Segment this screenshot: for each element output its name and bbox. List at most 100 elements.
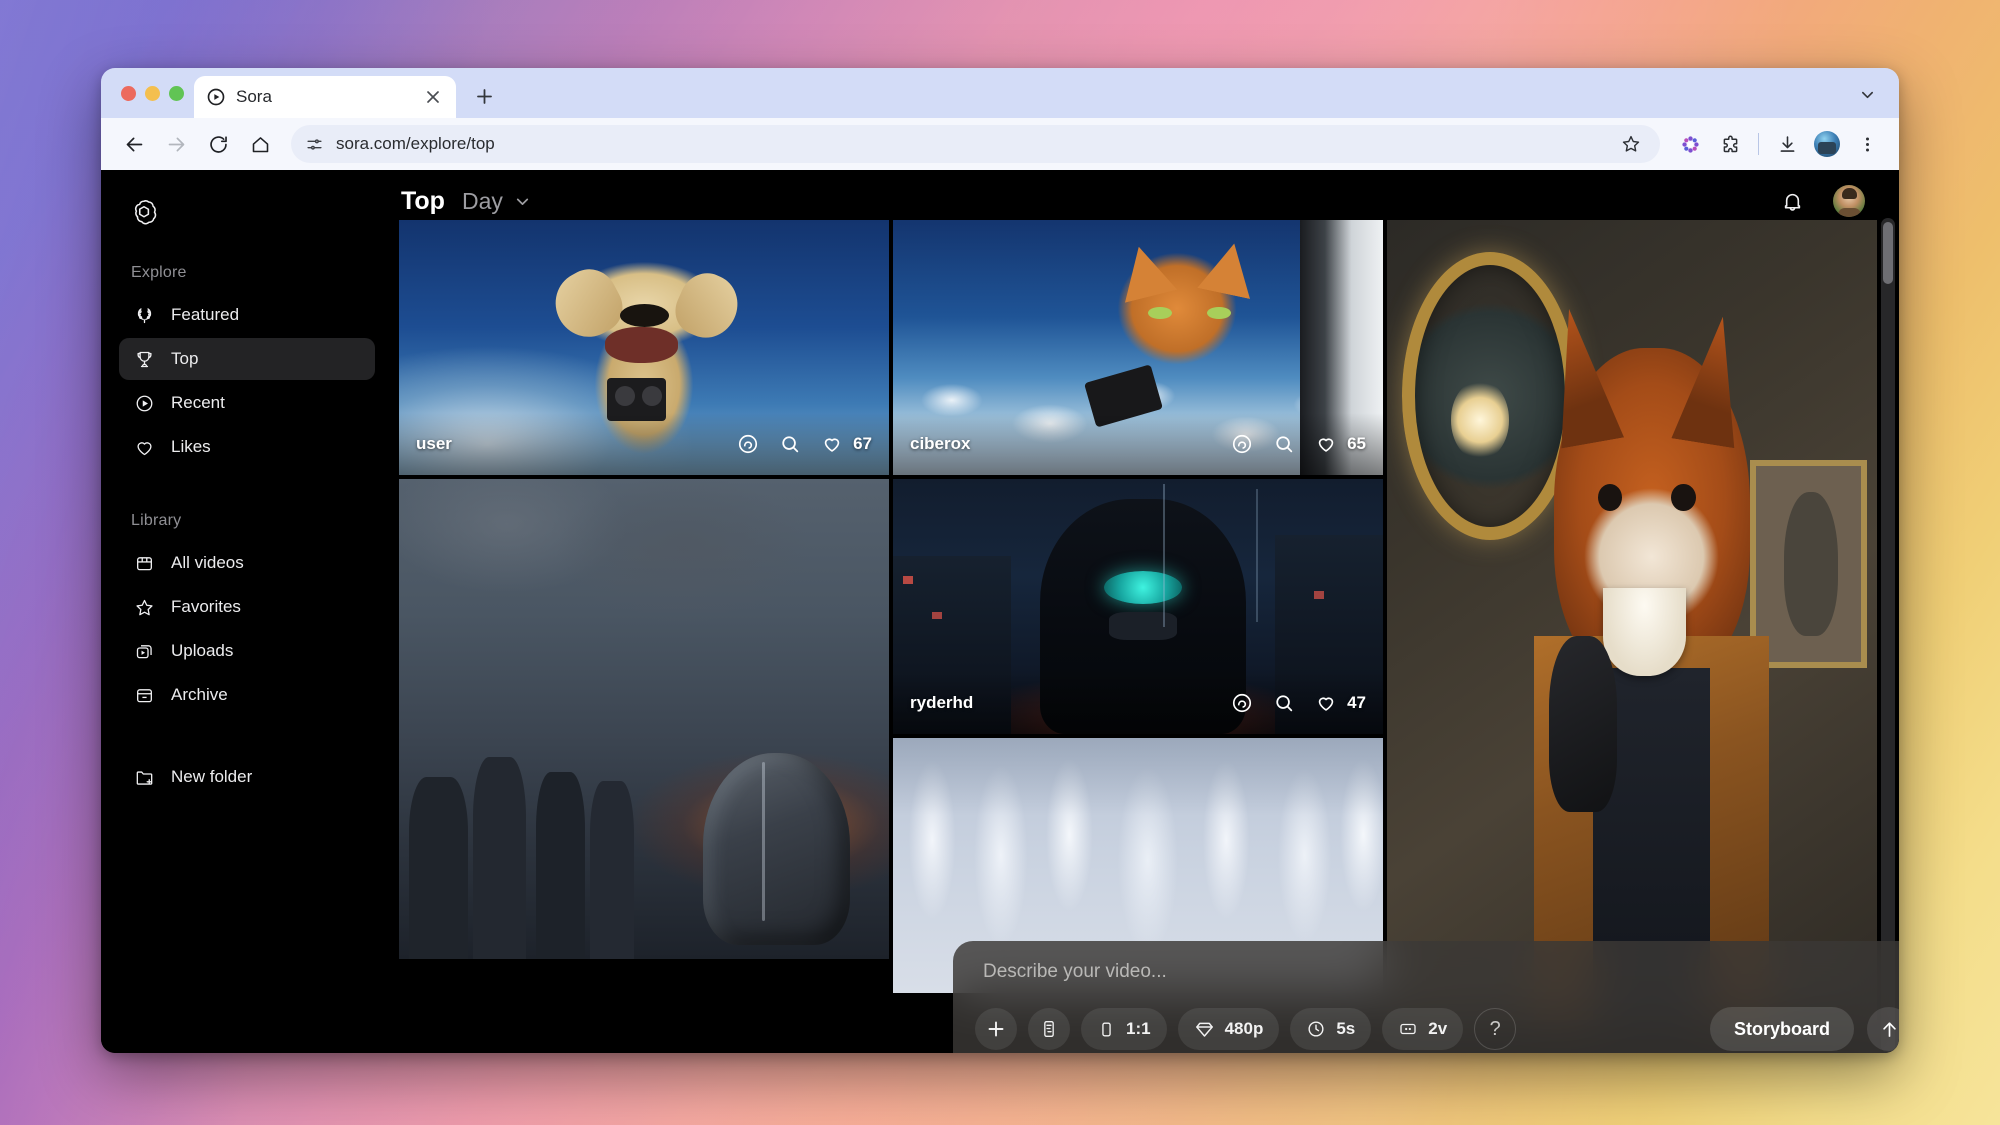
- back-arrow-icon[interactable]: [115, 125, 153, 163]
- video-card[interactable]: user 67: [399, 220, 889, 475]
- like-control[interactable]: 67: [819, 432, 872, 457]
- tab-strip: Sora: [101, 68, 1899, 118]
- openai-logo[interactable]: [101, 192, 393, 258]
- heart-icon[interactable]: [819, 432, 844, 457]
- sidebar-item-label: Featured: [171, 305, 240, 324]
- url-text: sora.com/explore/top: [336, 134, 495, 153]
- sidebar-item-uploads[interactable]: Uploads: [119, 630, 375, 672]
- plus-icon: [986, 1019, 1006, 1039]
- diamond-icon: [1194, 1019, 1215, 1040]
- sidebar-item-top[interactable]: Top: [119, 338, 375, 380]
- card-username[interactable]: ryderhd: [910, 693, 973, 713]
- aspect-ratio-chip[interactable]: 1:1: [1081, 1008, 1167, 1050]
- video-card[interactable]: [1387, 220, 1877, 1020]
- card-overlay: ciberox 65: [893, 413, 1383, 475]
- scrollbar[interactable]: [1881, 218, 1895, 1053]
- storyboard-icon: [1039, 1019, 1059, 1039]
- sidebar-item-label: Favorites: [171, 597, 241, 616]
- bell-icon[interactable]: [1777, 186, 1807, 216]
- sidebar-item-all-videos[interactable]: All videos: [119, 542, 375, 584]
- sidebar-item-new-folder[interactable]: New folder: [119, 756, 375, 798]
- like-count: 67: [853, 434, 872, 453]
- extension-flower-icon[interactable]: [1672, 126, 1708, 162]
- send-button[interactable]: [1867, 1007, 1899, 1051]
- browser-tab[interactable]: Sora: [194, 76, 456, 118]
- home-icon[interactable]: [241, 125, 279, 163]
- video-thumbnail-medieval-battle: [399, 479, 889, 959]
- like-control[interactable]: 65: [1313, 432, 1366, 457]
- browser-toolbar: sora.com/explore/top: [101, 118, 1899, 170]
- download-icon[interactable]: [1769, 126, 1805, 162]
- address-bar[interactable]: sora.com/explore/top: [291, 125, 1660, 163]
- sidebar-item-favorites[interactable]: Favorites: [119, 586, 375, 628]
- storyboard-toggle-button[interactable]: [1028, 1008, 1070, 1050]
- avatar[interactable]: [1833, 185, 1865, 217]
- remix-icon[interactable]: [735, 432, 760, 457]
- sidebar: Explore Featured Top Recent Likes Librar…: [101, 170, 393, 1053]
- remix-icon[interactable]: [1229, 691, 1254, 716]
- resolution-chip[interactable]: 480p: [1177, 1008, 1280, 1050]
- sidebar-item-label: Likes: [171, 437, 211, 456]
- star-icon[interactable]: [1616, 129, 1646, 159]
- heart-icon[interactable]: [1313, 432, 1338, 457]
- kebab-menu-icon[interactable]: [1849, 126, 1885, 162]
- sidebar-item-label: All videos: [171, 553, 244, 572]
- aspect-ratio-label: 1:1: [1126, 1019, 1151, 1038]
- profile-avatar[interactable]: [1809, 126, 1845, 162]
- sidebar-item-label: Uploads: [171, 641, 234, 660]
- variations-icon: [1398, 1019, 1418, 1039]
- card-username[interactable]: ciberox: [910, 434, 970, 454]
- help-button[interactable]: ?: [1474, 1008, 1517, 1050]
- reload-icon[interactable]: [199, 125, 237, 163]
- duration-chip[interactable]: 5s: [1290, 1008, 1372, 1050]
- sidebar-item-featured[interactable]: Featured: [119, 294, 375, 336]
- tune-icon[interactable]: [305, 135, 324, 154]
- remix-icon[interactable]: [1229, 432, 1254, 457]
- card-overlay: user 67: [399, 413, 889, 475]
- storyboard-button[interactable]: Storyboard: [1709, 1007, 1854, 1051]
- new-tab-button[interactable]: [466, 78, 502, 114]
- chevron-down-icon[interactable]: [514, 193, 531, 210]
- card-actions: 67: [735, 432, 872, 457]
- like-control[interactable]: 47: [1313, 691, 1366, 716]
- puzzle-icon[interactable]: [1712, 126, 1748, 162]
- grid-column: user 67: [399, 220, 889, 1053]
- folder-plus-icon: [133, 766, 156, 789]
- play-circle-icon: [133, 392, 156, 415]
- search-icon[interactable]: [1271, 432, 1296, 457]
- search-icon[interactable]: [1271, 691, 1296, 716]
- variations-chip[interactable]: 2v: [1382, 1008, 1464, 1050]
- sidebar-item-likes[interactable]: Likes: [119, 426, 375, 468]
- prompt-actions: Storyboard: [1709, 1007, 1899, 1051]
- sidebar-item-archive[interactable]: Archive: [119, 674, 375, 716]
- page-title: Top: [401, 186, 445, 215]
- time-filter-label[interactable]: Day: [462, 188, 503, 215]
- prompt-toolbar: 1:1 480p 5s 2v ? Storyboard: [975, 1007, 1899, 1051]
- video-card[interactable]: [399, 479, 889, 959]
- forward-arrow-icon[interactable]: [157, 125, 195, 163]
- maximize-window-button[interactable]: [169, 85, 184, 101]
- search-icon[interactable]: [777, 432, 802, 457]
- video-card[interactable]: ryderhd 47: [893, 479, 1383, 734]
- grid-box-icon: [133, 552, 156, 575]
- card-username[interactable]: user: [416, 434, 452, 454]
- heart-icon[interactable]: [1313, 691, 1338, 716]
- desktop: Sora sora.com/explore/top Explore Featur…: [0, 0, 2000, 1125]
- sidebar-item-label: New folder: [171, 767, 253, 786]
- chevron-down-icon[interactable]: [1851, 78, 1883, 110]
- archive-box-icon: [133, 684, 156, 707]
- grid-column: [1387, 220, 1877, 1053]
- close-window-button[interactable]: [121, 85, 136, 101]
- sidebar-item-recent[interactable]: Recent: [119, 382, 375, 424]
- close-icon[interactable]: [422, 86, 444, 108]
- minimize-window-button[interactable]: [145, 85, 160, 101]
- video-card[interactable]: ciberox 65: [893, 220, 1383, 475]
- prompt-input[interactable]: Describe your video...: [975, 961, 1899, 983]
- add-attachment-button[interactable]: [975, 1008, 1017, 1050]
- arrow-up-icon: [1879, 1019, 1900, 1040]
- grid-column: ciberox 65 ryderhd 47: [893, 220, 1383, 1053]
- content-header: Top Day: [393, 170, 1899, 232]
- toolbar-divider: [1758, 133, 1759, 155]
